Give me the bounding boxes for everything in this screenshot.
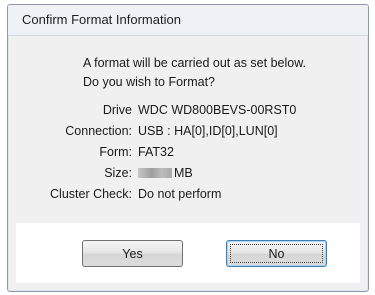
drive-value: WDC WD800BEVS-00RST0 (138, 103, 297, 117)
prompt-line-2: Do you wish to Format? (83, 75, 215, 89)
form-label: Form: (99, 145, 132, 159)
drive-label: Drive (102, 103, 132, 117)
confirm-format-dialog: Confirm Format Information A format will… (7, 4, 369, 292)
size-label: Size: (104, 166, 132, 180)
cluster-check-label: Cluster Check: (50, 187, 132, 201)
cluster-check-row: Cluster Check: Do not perform (16, 187, 360, 205)
no-button[interactable]: No (226, 240, 327, 267)
cluster-check-value: Do not perform (138, 187, 222, 201)
size-unit: MB (174, 166, 193, 180)
redacted-size-number (138, 168, 172, 178)
format-prompt: A format will be carried out as set belo… (83, 54, 343, 92)
size-value-wrap: MB (138, 166, 193, 180)
drive-row: Drive WDC WD800BEVS-00RST0 (16, 103, 360, 121)
connection-value: USB : HA[0],ID[0],LUN[0] (138, 124, 278, 138)
dialog-title: Confirm Format Information (22, 12, 181, 27)
title-bar[interactable]: Confirm Format Information (8, 5, 368, 36)
button-bar: Yes No (16, 223, 360, 283)
form-row: Form: FAT32 (16, 145, 360, 163)
prompt-line-1: A format will be carried out as set belo… (83, 56, 307, 70)
form-value: FAT32 (138, 145, 174, 159)
no-button-label: No (268, 247, 285, 261)
yes-button[interactable]: Yes (82, 240, 183, 267)
connection-row: Connection: USB : HA[0],ID[0],LUN[0] (16, 124, 360, 142)
connection-label: Connection: (65, 124, 132, 138)
dialog-content: A format will be carried out as set belo… (16, 36, 360, 283)
size-row: Size: MB (16, 166, 360, 184)
